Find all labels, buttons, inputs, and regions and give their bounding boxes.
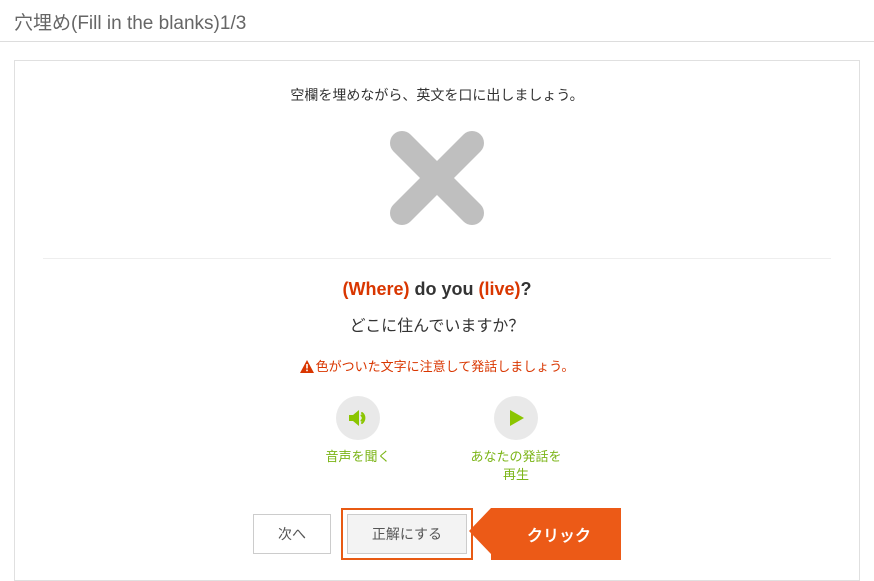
sentence-part: (Where) <box>342 279 414 299</box>
exercise-card: 空欄を埋めながら、英文を口に出しましょう。 (Where) do you (li… <box>14 60 860 581</box>
warning-line: 色がついた文字に注意して発話しましょう。 <box>43 356 831 376</box>
listen-audio-button[interactable] <box>336 396 380 440</box>
translation-text: どこに住んでいますか？ <box>43 312 831 336</box>
listen-audio-label: 音声を聞く <box>325 448 390 466</box>
sentence-part: you <box>441 279 478 299</box>
button-row: 次へ 正解にする クリック <box>43 508 831 560</box>
click-callout: クリック <box>491 508 621 560</box>
mark-correct-button[interactable]: 正解にする <box>347 514 467 554</box>
listen-audio-item: 音声を聞く <box>303 396 413 484</box>
instruction-text: 空欄を埋めながら、英文を口に出しましょう。 <box>43 85 831 105</box>
sentence-line: (Where) do you (live)? <box>43 279 831 300</box>
play-icon <box>505 407 527 429</box>
speaker-icon <box>346 406 370 430</box>
playback-label: あなたの発話を 再生 <box>470 448 561 484</box>
sentence-part: (live) <box>479 279 521 299</box>
incorrect-x-icon <box>382 123 492 238</box>
sentence-part: ? <box>521 279 532 299</box>
page-title: 穴埋め(Fill in the blanks)1/3 <box>0 0 874 42</box>
playback-button[interactable] <box>494 396 538 440</box>
playback-item: あなたの発話を 再生 <box>461 396 571 484</box>
warning-text: 色がついた文字に注意して発話しましょう。 <box>316 359 575 374</box>
warning-triangle-icon <box>300 360 314 376</box>
sentence-part: do <box>414 279 441 299</box>
divider <box>43 258 831 259</box>
next-button[interactable]: 次へ <box>253 514 331 554</box>
media-row: 音声を聞く あなたの発話を 再生 <box>43 396 831 484</box>
mark-correct-highlight: 正解にする <box>341 508 473 560</box>
